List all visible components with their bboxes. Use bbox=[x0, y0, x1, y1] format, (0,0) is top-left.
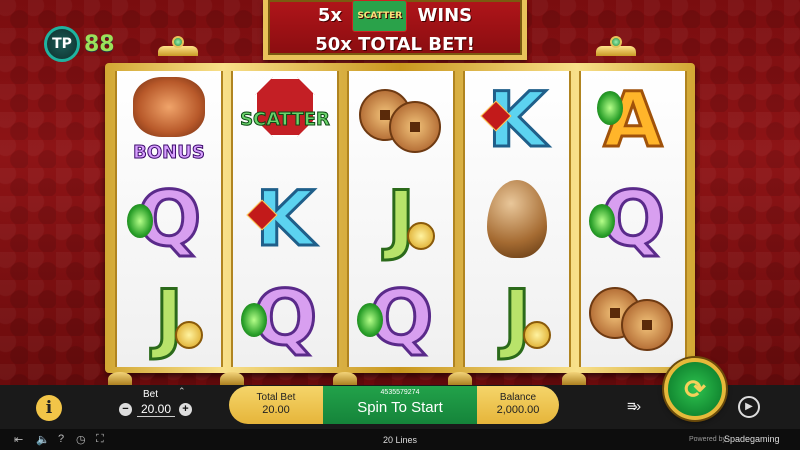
symbol-scatter: SCATTER bbox=[233, 71, 337, 169]
reel-4: K J bbox=[463, 71, 571, 367]
roof-ornament-right bbox=[588, 36, 644, 64]
roof-ornament-left bbox=[150, 36, 206, 64]
jade-icon bbox=[241, 303, 267, 337]
symbol-j: J bbox=[465, 269, 569, 367]
total-bet-label: Total Bet bbox=[256, 392, 296, 403]
brand-logo: TP 88 bbox=[44, 26, 115, 62]
symbol-q: Q bbox=[117, 170, 221, 268]
reel-3: J Q bbox=[347, 71, 455, 367]
powered-by-label: Powered by bbox=[689, 436, 726, 443]
autoplay-icon[interactable]: ▶ bbox=[738, 396, 760, 418]
symbol-k: K bbox=[465, 71, 569, 169]
bet-label: Bet bbox=[143, 389, 159, 400]
fullscreen-icon[interactable]: ⛶ bbox=[96, 433, 104, 446]
symbol-coins bbox=[349, 71, 453, 169]
balance-label: Balance bbox=[499, 392, 537, 403]
logo-text: 88 bbox=[84, 31, 115, 57]
turbo-icon[interactable]: ≡» bbox=[627, 398, 641, 415]
balance-value: 2,000.00 bbox=[496, 404, 540, 416]
coin-icon bbox=[175, 321, 203, 349]
symbol-q: Q bbox=[233, 269, 337, 367]
game-stage: TP 88 5x SCATTER WINS 50x TOTAL BET! BON… bbox=[0, 0, 800, 386]
symbol-q: Q bbox=[349, 269, 453, 367]
symbol-q: Q bbox=[581, 170, 685, 268]
reel-5: A Q bbox=[579, 71, 687, 367]
bet-expand-icon[interactable]: ⌃ bbox=[178, 386, 186, 397]
jade-icon bbox=[597, 91, 623, 125]
symbol-egg bbox=[465, 170, 569, 268]
plinth-ornament bbox=[448, 372, 472, 386]
golden-egg-icon bbox=[487, 180, 547, 258]
bet-value: 20.00 bbox=[137, 402, 175, 417]
symbol-j: J bbox=[117, 269, 221, 367]
bet-decrease-button[interactable]: − bbox=[119, 403, 132, 416]
jade-icon bbox=[589, 204, 615, 238]
logo-mark: TP bbox=[44, 26, 80, 62]
plinth-ornament bbox=[333, 372, 357, 386]
exit-icon[interactable]: ⇤ bbox=[14, 433, 23, 446]
bet-spin-pill: Total Bet 20.00 4535579274 Spin To Start… bbox=[229, 386, 559, 424]
sound-icon[interactable]: 🔈 bbox=[36, 433, 50, 446]
symbol-bonus: BONUS bbox=[117, 71, 221, 169]
footer-bar: ⇤ 🔈 ? ◷ ⛶ 20 Lines Powered by Spadegamin… bbox=[0, 429, 800, 450]
jade-icon bbox=[357, 303, 383, 337]
banner-wins: WINS bbox=[417, 5, 473, 26]
provider-logo: Spadegaming bbox=[724, 434, 780, 444]
coin-icon bbox=[407, 222, 435, 250]
symbol-a: A bbox=[581, 71, 685, 169]
reels-frame: BONUS Q J SCATTER K Q J Q K J A Q bbox=[105, 63, 695, 373]
spin-id: 4535579274 bbox=[380, 389, 420, 396]
plinth-ornament bbox=[108, 372, 132, 386]
reel-1: BONUS Q J bbox=[115, 71, 223, 367]
banner-line-1: 5x SCATTER WINS bbox=[268, 0, 522, 32]
banner-multiplier: 5x bbox=[317, 5, 343, 26]
symbol-k: K bbox=[233, 170, 337, 268]
total-bet-value: 20.00 bbox=[262, 404, 290, 416]
plinth-ornament bbox=[562, 372, 586, 386]
coin-icon bbox=[621, 299, 673, 351]
spin-button[interactable]: ⟳ bbox=[664, 358, 726, 420]
help-icon[interactable]: ? bbox=[58, 433, 64, 445]
coin-icon bbox=[523, 321, 551, 349]
bet-increase-button[interactable]: + bbox=[179, 403, 192, 416]
scatter-wins-banner: 5x SCATTER WINS 50x TOTAL BET! bbox=[263, 0, 527, 60]
symbol-coins bbox=[581, 269, 685, 367]
plinth-ornament bbox=[220, 372, 244, 386]
total-bet-display: Total Bet 20.00 bbox=[229, 386, 323, 424]
scatter-label: SCATTER bbox=[240, 109, 331, 131]
coin-icon bbox=[389, 101, 441, 153]
info-button[interactable]: i bbox=[36, 395, 62, 421]
paylines-label: 20 Lines bbox=[383, 435, 418, 445]
spin-to-start-button[interactable]: 4535579274 Spin To Start bbox=[323, 386, 477, 424]
history-icon[interactable]: ◷ bbox=[76, 433, 86, 446]
balance-display: Balance 2,000.00 bbox=[477, 386, 559, 424]
banner-line-2: 50x TOTAL BET! bbox=[315, 34, 475, 55]
money-tree-icon bbox=[133, 77, 205, 137]
bonus-label: BONUS bbox=[133, 142, 206, 164]
jade-icon bbox=[127, 204, 153, 238]
reel-2: SCATTER K Q bbox=[231, 71, 339, 367]
scatter-badge: SCATTER bbox=[352, 0, 408, 32]
symbol-j: J bbox=[349, 170, 453, 268]
